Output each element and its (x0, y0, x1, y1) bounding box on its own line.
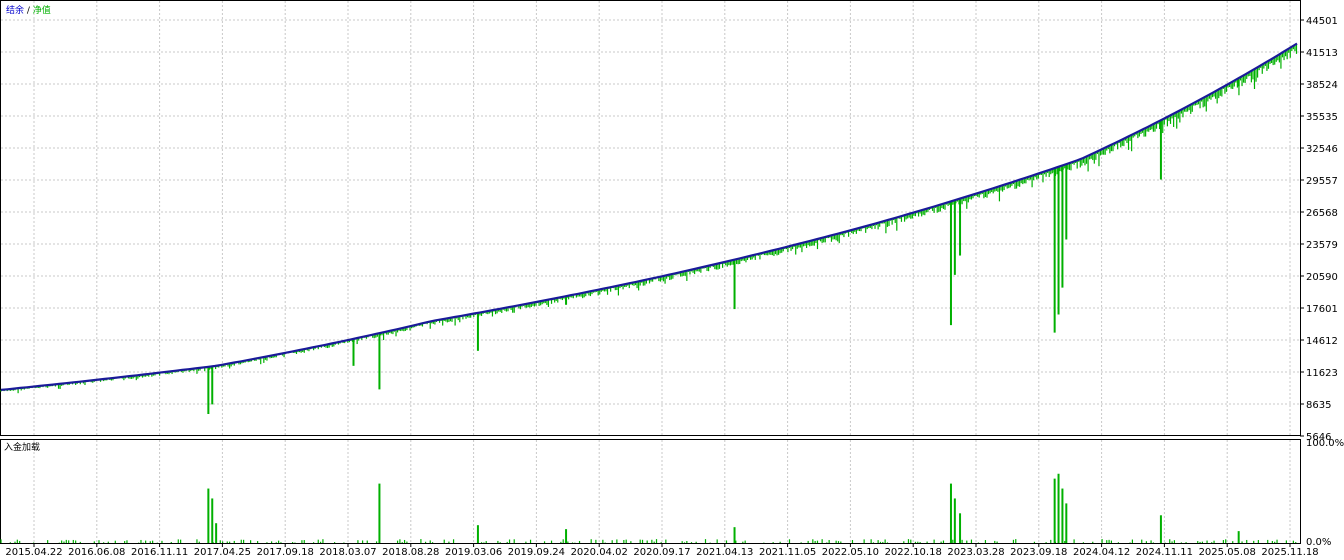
legend-balance: 结余 (6, 4, 24, 16)
x-tick-label: 2018.03.07 (319, 547, 376, 558)
y-tick-label: 38524 (1306, 80, 1338, 91)
x-tick-label: 2016.06.08 (68, 547, 125, 558)
x-axis: 2015.04.22 2016.06.08 2016.11.11 2017.04.25… (5, 543, 1319, 558)
y-tick-label: 17601 (1306, 304, 1338, 315)
y-tick-label: 20590 (1306, 272, 1338, 283)
x-tick-label: 2017.09.18 (257, 547, 314, 558)
legend-separator: / (24, 6, 33, 16)
y-tick-label: 44501 (1306, 16, 1338, 27)
x-tick-label: 2020.04.02 (571, 547, 628, 558)
y-tick-label: 32546 (1306, 144, 1338, 155)
x-tick-label: 2025.11.18 (1261, 547, 1318, 558)
y-tick-label: 23579 (1306, 240, 1338, 251)
x-tick-label: 2017.04.25 (194, 547, 251, 558)
x-tick-label: 2019.09.24 (508, 547, 565, 558)
x-tick-label: 2024.04.12 (1073, 547, 1130, 558)
tester-chart: 44501 41513 38524 35535 32546 29557 26568 23579… (0, 0, 1344, 558)
y-tick-label: 29557 (1306, 176, 1338, 187)
y-tick-label: 8635 (1306, 400, 1331, 411)
x-tick-label: 2022.05.10 (822, 547, 879, 558)
x-tick-label: 2024.11.11 (1136, 547, 1193, 558)
deposit-panel-frame (0, 439, 1301, 544)
x-tick-label: 2023.09.18 (1010, 547, 1067, 558)
x-tick-label: 2016.11.11 (131, 547, 188, 558)
y-tick-label: 35535 (1306, 112, 1338, 123)
x-tick-label: 2025.05.08 (1199, 547, 1256, 558)
x-tick-label: 2021.04.13 (696, 547, 753, 558)
deposit-y-tick-label: 100.0% (1306, 438, 1344, 449)
x-tick-label: 2019.03.06 (445, 547, 502, 558)
y-tick-label: 26568 (1306, 208, 1338, 219)
x-tick-label: 2021.11.05 (759, 547, 816, 558)
chart-root: 44501 41513 38524 35535 32546 29557 26568 23579… (0, 0, 1344, 560)
x-tick-label: 2022.10.18 (885, 547, 942, 558)
legend-equity: 净值 (33, 4, 51, 16)
x-tick-label: 2023.03.28 (947, 547, 1004, 558)
y-tick-label: 11623 (1306, 368, 1338, 379)
y-axis-deposit: 100.0%0.0% (1306, 438, 1344, 548)
x-tick-label: 2020.09.17 (633, 547, 690, 558)
y-tick-label: 41513 (1306, 48, 1338, 59)
y-axis-main: 44501 41513 38524 35535 32546 29557 26568 23579… (1300, 16, 1338, 443)
main-panel-frame (0, 0, 1301, 436)
x-tick-label: 2015.04.22 (5, 547, 62, 558)
deposit-panel-title: 入金加载 (4, 441, 40, 453)
x-tick-label: 2018.08.28 (382, 547, 439, 558)
y-tick-label: 14612 (1306, 336, 1338, 347)
legend: 结余 / 净值 (6, 4, 51, 16)
